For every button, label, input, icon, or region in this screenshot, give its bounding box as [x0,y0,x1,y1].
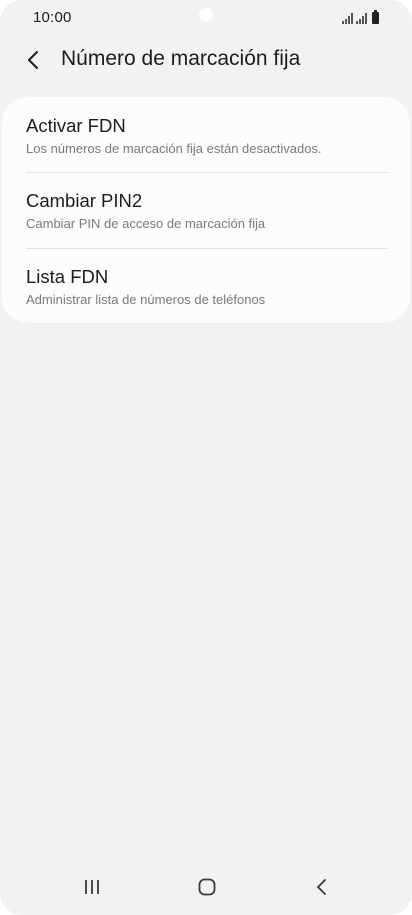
setting-cambiar-pin2[interactable]: Cambiar PIN2 Cambiar PIN de acceso de ma… [26,172,388,247]
setting-subtitle: Cambiar PIN de acceso de marcación fija [26,216,266,231]
home-icon [198,878,216,896]
battery-icon [372,10,379,24]
navigation-bar [0,859,412,915]
signal-icon [342,12,353,24]
status-bar: 10:00 [0,0,412,36]
setting-subtitle: Los números de marcación fija están desa… [26,141,322,156]
page-title: Número de marcación fija [61,47,301,70]
recents-icon [85,880,99,894]
setting-subtitle: Administrar lista de números de teléfono… [26,292,266,307]
app-header: Número de marcación fija [0,40,412,80]
phone-screen: 10:00 Número de marcación fija Activar F… [0,0,412,915]
settings-card: Activar FDN Los números de marcación fij… [2,97,410,323]
status-icons [342,10,379,24]
setting-lista-fdn[interactable]: Lista FDN Administrar lista de números d… [26,248,388,323]
back-icon [317,879,326,895]
setting-activar-fdn[interactable]: Activar FDN Los números de marcación fij… [26,97,388,172]
front-camera [199,8,213,22]
recents-button[interactable] [72,871,112,903]
back-button[interactable] [20,46,48,74]
setting-title: Cambiar PIN2 [26,190,143,211]
chevron-left-icon [28,51,38,69]
nav-back-button[interactable] [302,871,342,903]
signal-icon [356,12,367,24]
setting-title: Activar FDN [26,115,126,136]
status-time: 10:00 [33,9,72,26]
setting-title: Lista FDN [26,266,109,287]
home-button[interactable] [187,871,227,903]
